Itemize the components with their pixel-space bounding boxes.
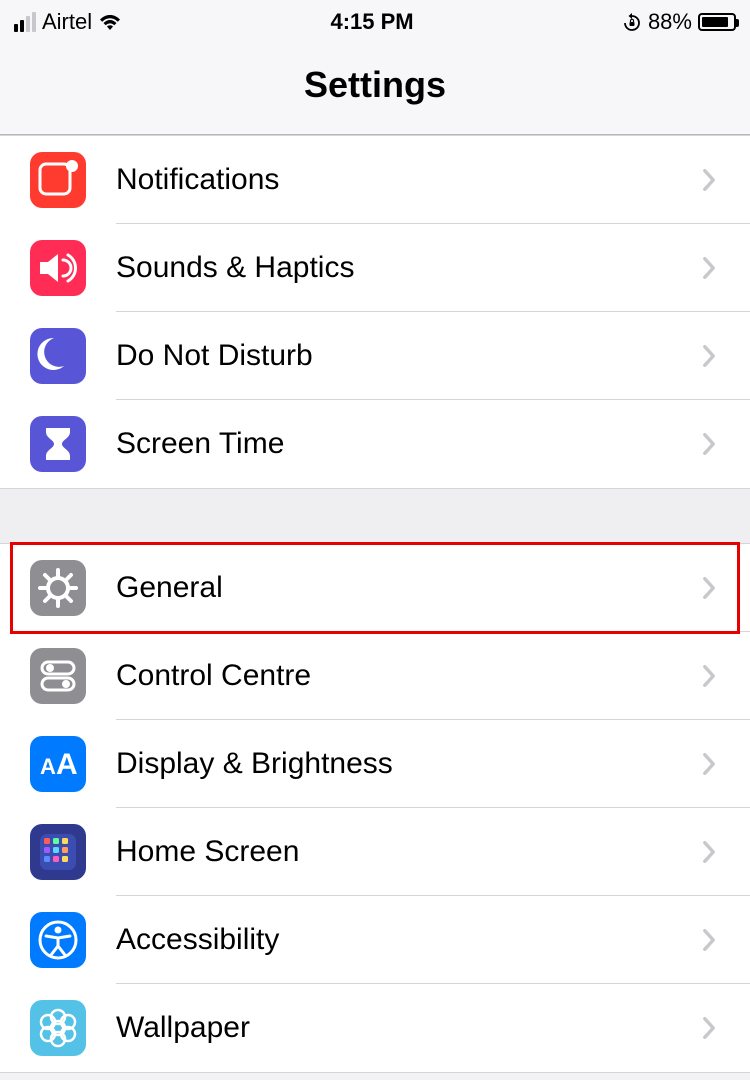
settings-row-control[interactable]: Control Centre	[0, 632, 750, 720]
settings-list: Notifications Sounds & Haptics Do Not Dist…	[0, 135, 750, 1073]
chevron-right-icon	[698, 925, 720, 955]
speaker-icon	[30, 240, 86, 296]
row-label: Screen Time	[116, 427, 698, 461]
hourglass-icon	[30, 416, 86, 472]
row-label: Accessibility	[116, 923, 698, 957]
settings-row-wallpaper[interactable]: Wallpaper	[0, 984, 750, 1072]
chevron-right-icon	[698, 253, 720, 283]
row-label: Do Not Disturb	[116, 339, 698, 373]
row-label-area: Display & Brightness	[116, 720, 750, 808]
settings-row-general[interactable]: General	[0, 544, 750, 632]
row-label-area: Home Screen	[116, 808, 750, 896]
row-label: Sounds & Haptics	[116, 251, 698, 285]
accessibility-icon	[30, 912, 86, 968]
signal-strength-icon	[14, 12, 36, 32]
row-label-area: Screen Time	[116, 400, 750, 488]
chevron-right-icon	[698, 1013, 720, 1043]
settings-row-accessibility[interactable]: Accessibility	[0, 896, 750, 984]
battery-percent: 88%	[648, 9, 692, 35]
page-title: Settings	[0, 44, 750, 135]
wifi-icon	[98, 13, 122, 31]
rotation-lock-icon	[622, 9, 642, 35]
settings-group: Notifications Sounds & Haptics Do Not Dist…	[0, 135, 750, 489]
settings-row-screentime[interactable]: Screen Time	[0, 400, 750, 488]
chevron-right-icon	[698, 661, 720, 691]
row-label-area: Do Not Disturb	[116, 312, 750, 400]
settings-row-sounds[interactable]: Sounds & Haptics	[0, 224, 750, 312]
row-label-area: General	[116, 544, 750, 632]
row-label-area: Notifications	[116, 136, 750, 224]
flower-icon	[30, 1000, 86, 1056]
battery-icon	[698, 13, 736, 31]
row-label: Home Screen	[116, 835, 698, 869]
row-label: Control Centre	[116, 659, 698, 693]
notifications-icon	[30, 152, 86, 208]
status-time: 4:15 PM	[330, 9, 413, 35]
row-label-area: Wallpaper	[116, 984, 750, 1072]
grid-icon	[30, 824, 86, 880]
group-separator	[0, 489, 750, 543]
carrier-label: Airtel	[42, 9, 92, 35]
chevron-right-icon	[698, 429, 720, 459]
chevron-right-icon	[698, 165, 720, 195]
chevron-right-icon	[698, 341, 720, 371]
settings-row-home[interactable]: Home Screen	[0, 808, 750, 896]
row-label: Display & Brightness	[116, 747, 698, 781]
gear-icon	[30, 560, 86, 616]
row-label-area: Control Centre	[116, 632, 750, 720]
settings-row-dnd[interactable]: Do Not Disturb	[0, 312, 750, 400]
row-label-area: Sounds & Haptics	[116, 224, 750, 312]
settings-row-notifications[interactable]: Notifications	[0, 136, 750, 224]
settings-row-display[interactable]: Display & Brightness	[0, 720, 750, 808]
chevron-right-icon	[698, 749, 720, 779]
row-label: General	[116, 571, 698, 605]
status-right: 88%	[622, 9, 736, 35]
row-label: Notifications	[116, 163, 698, 197]
battery-fill	[702, 17, 728, 27]
row-label-area: Accessibility	[116, 896, 750, 984]
row-label: Wallpaper	[116, 1011, 698, 1045]
status-left: Airtel	[14, 9, 122, 35]
status-bar: Airtel 4:15 PM 88%	[0, 0, 750, 44]
text-size-icon	[30, 736, 86, 792]
chevron-right-icon	[698, 573, 720, 603]
settings-group: General Control Centre Display & Brightnes…	[0, 543, 750, 1073]
chevron-right-icon	[698, 837, 720, 867]
moon-icon	[30, 328, 86, 384]
toggles-icon	[30, 648, 86, 704]
